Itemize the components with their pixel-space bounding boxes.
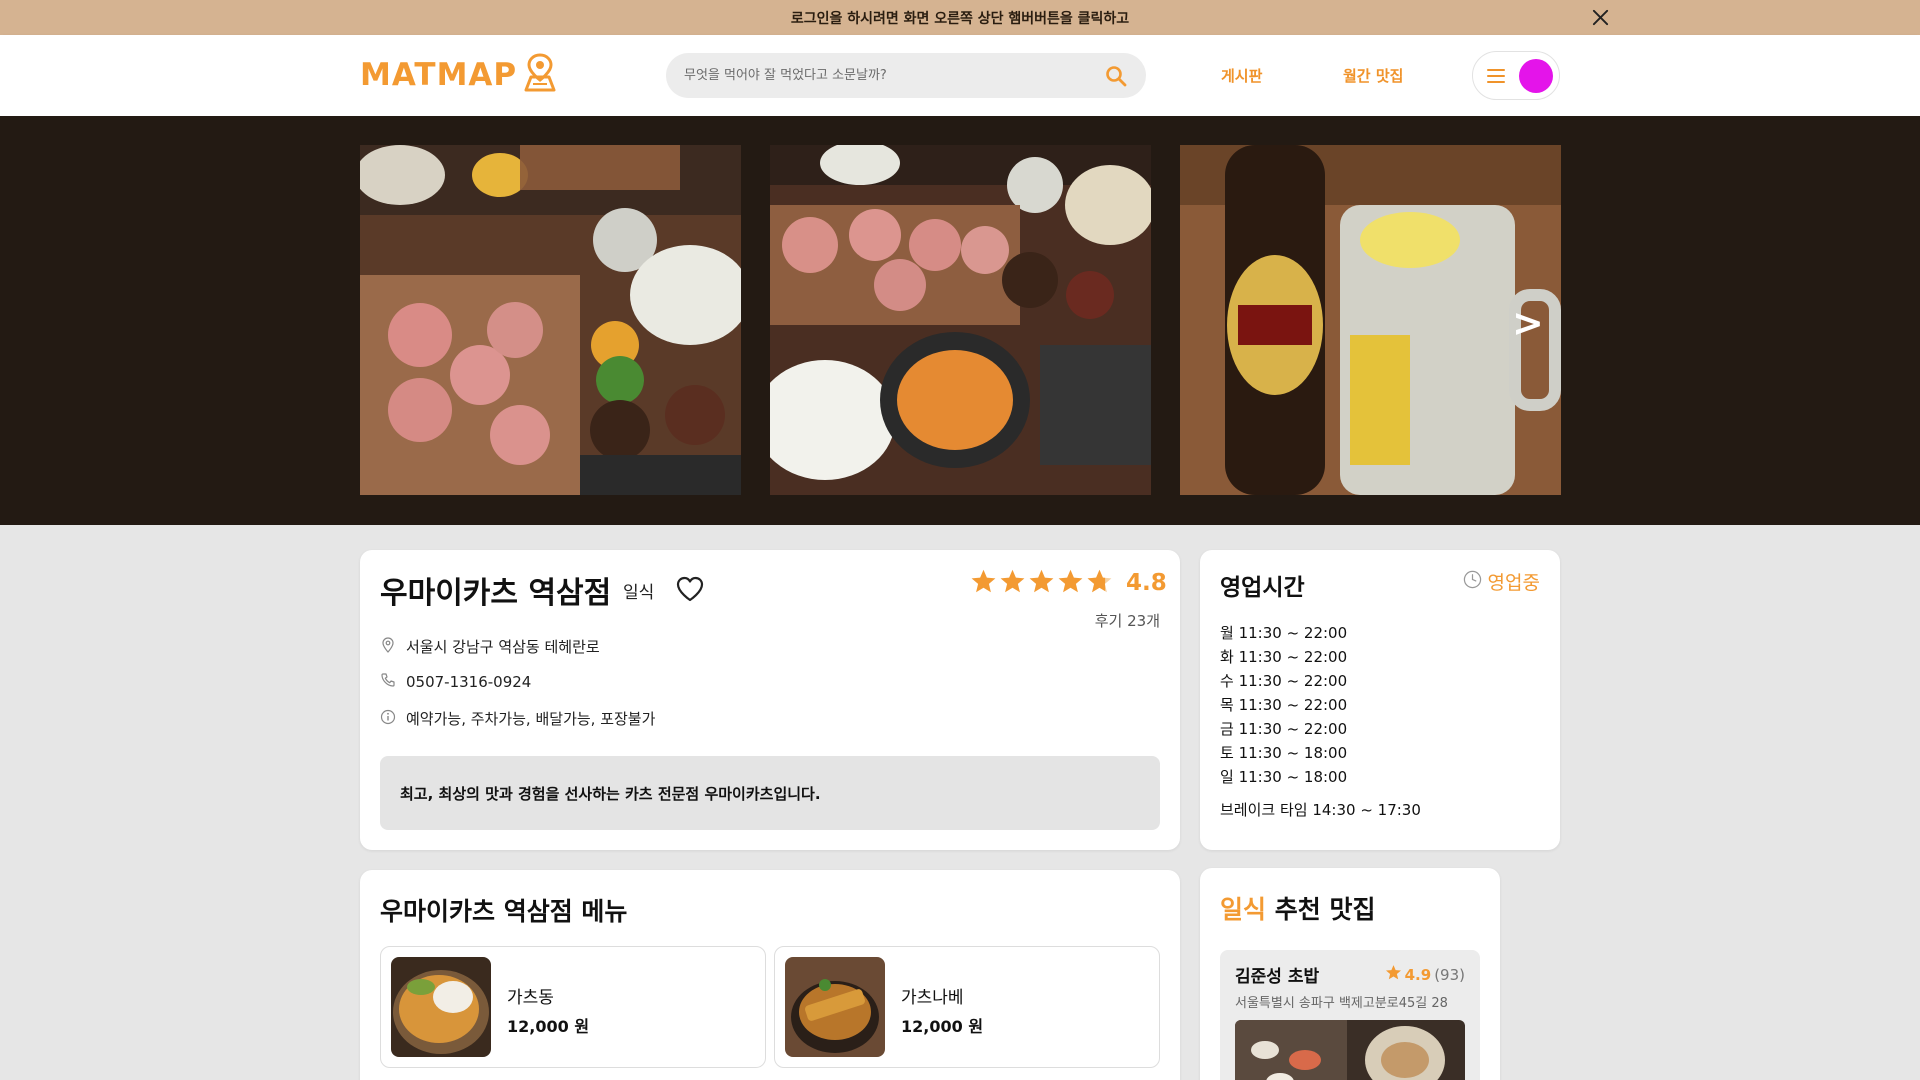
menu-title: 우마이카츠 역삼점 메뉴 [380,897,628,926]
menu-item[interactable]: 가츠동 12,000 원 [380,946,766,1068]
shop-name: 우마이카츠 역삼점 [380,576,612,611]
address-row: 서울시 강남구 역삼동 테헤란로 [380,636,600,657]
menu-item-name: 가츠나베 [901,988,964,1008]
recommend-item-image [1235,1020,1465,1080]
recommend-item-count: (93) [1434,965,1465,984]
menu-item-price: 12,000 원 [901,1017,984,1036]
shop-info-card: 우마이카츠 역삼점 일식 4.8 후기 23개 서울시 강남구 역삼동 테헤란로… [360,550,1180,850]
shop-category: 일식 [623,583,655,603]
banner-text: 로그인을 하시려면 화면 오른쪽 상단 햄버버튼을 클릭하고 [790,10,1130,27]
business-hours-card: 영업시간 영업중 월 11:30 ~ 22:00 화 11:30 ~ 22:00… [1200,550,1560,850]
menu-item-price: 12,000 원 [507,1017,590,1036]
login-banner: 로그인을 하시려면 화면 오른쪽 상단 햄버버튼을 클릭하고 [0,0,1920,35]
nav-board[interactable]: 게시판 [1221,65,1262,86]
logo-text: MATMAP [360,57,518,93]
nav-monthly[interactable]: 월간 맛집 [1343,65,1403,86]
shop-description-text: 최고, 최상의 맛과 경험을 선사하는 카츠 전문점 우마이카츠입니다. [400,784,821,803]
star-half-icon [1086,568,1113,599]
hours-list: 월 11:30 ~ 22:00 화 11:30 ~ 22:00 수 11:30 … [1220,621,1347,789]
menu-card: 우마이카츠 역삼점 메뉴 가츠동 12,000 원 가츠나베 12,000 원 [360,870,1180,1080]
hours-day: 목 11:30 ~ 22:00 [1220,696,1348,714]
recommend-card: 일식 추천 맛집 김준성 초밥 4.9 (93) 서울특별시 송파구 백제고분로… [1200,868,1500,1080]
recommend-item[interactable]: 김준성 초밥 4.9 (93) 서울특별시 송파구 백제고분로45길 28 [1220,950,1480,1080]
recommend-item-address: 서울특별시 송파구 백제고분로45길 28 [1235,996,1448,1011]
logo[interactable]: MATMAP [360,53,557,97]
hours-day: 금 11:30 ~ 22:00 [1220,720,1348,738]
menu-item-image [785,957,885,1057]
search-bar [666,53,1146,98]
location-pin-icon [380,636,396,657]
recommend-item-name: 김준성 초밥 [1235,967,1320,987]
rating-value: 4.8 [1126,570,1167,596]
user-menu-button[interactable] [1472,51,1560,100]
close-icon[interactable] [1591,8,1610,27]
gallery-photo[interactable] [360,145,741,495]
recommend-item-score: 4.9 [1404,965,1432,984]
hours-day: 화 11:30 ~ 22:00 [1220,648,1348,666]
open-status-badge: 영업중 [1463,568,1540,595]
hours-day: 토 11:30 ~ 18:00 [1220,744,1348,762]
shop-options: 예약가능, 주차가능, 배달가능, 포장불가 [406,710,656,728]
search-input[interactable] [684,68,1104,83]
shop-address: 서울시 강남구 역삼동 테헤란로 [406,638,600,656]
phone-row: 0507-1316-0924 [380,672,531,692]
rating-stars [970,568,1113,599]
shop-phone[interactable]: 0507-1316-0924 [406,673,531,691]
hours-day: 수 11:30 ~ 22:00 [1220,672,1348,690]
gallery-photo[interactable] [1180,145,1561,495]
map-pin-icon [523,53,557,97]
hours-day: 일 11:30 ~ 18:00 [1220,768,1348,786]
gallery-photo[interactable] [770,145,1151,495]
options-row: 예약가능, 주차가능, 배달가능, 포장불가 [380,708,655,729]
menu-item-image [391,957,491,1057]
gallery-next-button[interactable]: > [1512,301,1544,345]
star-icon [1028,568,1055,599]
star-icon [970,568,997,599]
heart-icon[interactable] [676,576,704,602]
hours-title: 영업시간 [1220,575,1305,601]
star-icon [999,568,1026,599]
recommend-item-rating: 4.9 (93) [1385,964,1465,985]
hours-day: 월 11:30 ~ 22:00 [1220,624,1348,642]
open-status-text: 영업중 [1487,572,1540,594]
menu-item-name: 가츠동 [507,988,554,1008]
break-time: 브레이크 타임 14:30 ~ 17:30 [1220,801,1421,819]
top-header: MATMAP 게시판 월간 맛집 [0,35,1920,116]
recommend-title: 일식 추천 맛집 [1220,890,1375,926]
info-icon [380,709,396,729]
hamburger-icon [1487,68,1505,83]
phone-icon [380,672,396,692]
clock-icon [1463,570,1482,594]
star-icon [1385,964,1402,985]
recommend-title-text: 추천 맛집 [1274,895,1376,924]
shop-description: 최고, 최상의 맛과 경험을 선사하는 카츠 전문점 우마이카츠입니다. [380,756,1160,830]
menu-item[interactable]: 가츠나베 12,000 원 [774,946,1160,1068]
search-icon[interactable] [1104,64,1128,88]
star-icon [1057,568,1084,599]
photo-gallery: > [0,116,1920,525]
avatar [1519,58,1553,93]
review-count-link[interactable]: 후기 23개 [1095,610,1160,631]
recommend-category: 일식 [1220,895,1267,924]
